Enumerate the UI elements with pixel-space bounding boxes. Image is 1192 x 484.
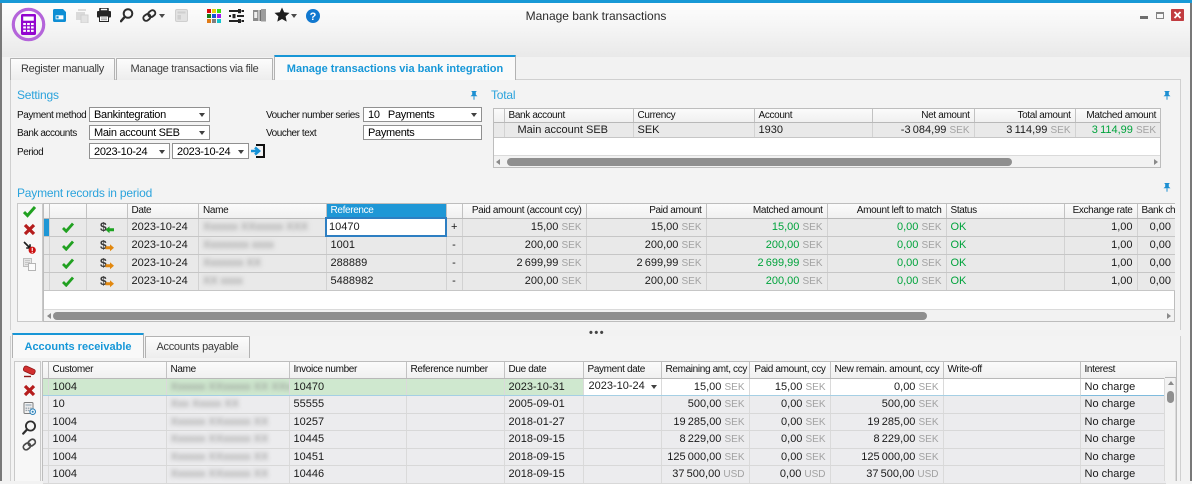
svg-text:$: $ [100,220,107,234]
svg-text:$: $ [100,238,107,252]
svg-text:?: ? [310,11,317,23]
svg-text:$: $ [100,256,107,270]
svg-text:$: $ [100,274,107,288]
